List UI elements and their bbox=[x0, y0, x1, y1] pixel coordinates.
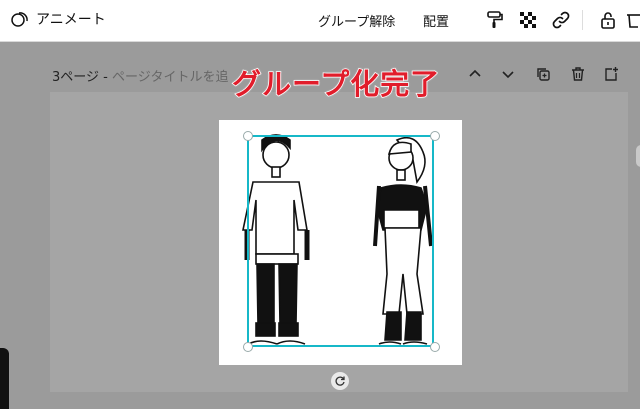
animate-label: アニメート bbox=[36, 12, 106, 28]
link-icon bbox=[552, 11, 570, 29]
resize-handle-bottom-left[interactable] bbox=[243, 342, 253, 352]
scroll-handle[interactable] bbox=[636, 145, 640, 167]
resize-handle-bottom-right[interactable] bbox=[430, 342, 440, 352]
delete-button[interactable] bbox=[625, 9, 640, 31]
resize-handle-top-right[interactable] bbox=[430, 131, 440, 141]
rotate-icon bbox=[335, 376, 345, 386]
trash-icon bbox=[572, 67, 584, 81]
page-header: 3ページ - ページタイトルを追 bbox=[52, 66, 228, 85]
toolbar-divider bbox=[582, 10, 583, 30]
rotate-handle[interactable] bbox=[331, 372, 349, 390]
arrange-button[interactable]: 配置 bbox=[423, 11, 449, 30]
transparency-icon bbox=[520, 12, 536, 28]
page-title-input[interactable]: ページタイトルを追 bbox=[112, 70, 228, 85]
paint-roller-icon bbox=[487, 11, 503, 28]
trash-icon bbox=[627, 14, 640, 28]
transparency-button[interactable] bbox=[517, 9, 539, 31]
paint-roller-button[interactable] bbox=[484, 9, 506, 31]
animate-button[interactable]: アニメート bbox=[10, 9, 106, 29]
overlay-caption: グループ化完了 bbox=[231, 66, 441, 102]
page-up-button[interactable] bbox=[465, 64, 485, 84]
side-panel-tab[interactable] bbox=[0, 348, 9, 409]
unlock-icon bbox=[601, 12, 615, 29]
page-number-label: 3ページ - bbox=[52, 70, 112, 85]
add-page-icon bbox=[605, 67, 618, 81]
duplicate-page-button[interactable] bbox=[533, 64, 553, 84]
animate-icon bbox=[11, 12, 28, 27]
chevron-up-icon bbox=[469, 69, 481, 77]
selection-box[interactable] bbox=[247, 135, 434, 347]
resize-handle-top-left[interactable] bbox=[243, 131, 253, 141]
top-toolbar: アニメート グループ解除 配置 bbox=[0, 0, 640, 42]
lock-button[interactable] bbox=[597, 9, 619, 31]
duplicate-icon bbox=[537, 68, 550, 81]
link-button[interactable] bbox=[550, 9, 572, 31]
delete-page-button[interactable] bbox=[568, 64, 588, 84]
page-down-button[interactable] bbox=[498, 64, 518, 84]
chevron-down-icon bbox=[502, 71, 514, 79]
add-page-button[interactable] bbox=[601, 64, 621, 84]
ungroup-button[interactable]: グループ解除 bbox=[318, 11, 395, 30]
